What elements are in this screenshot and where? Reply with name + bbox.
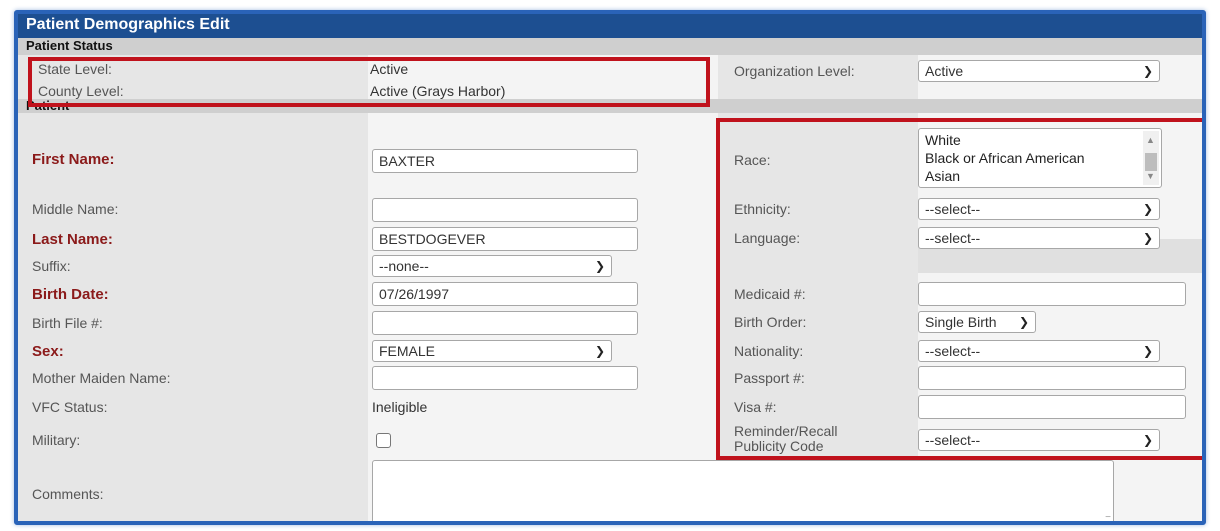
org-level-value: Active [925,63,964,79]
military-label: Military: [32,432,81,448]
state-level-label: State Level: [38,61,112,77]
suffix-value: --none-- [379,258,429,274]
reminder-label: Reminder/Recall Publicity Code [734,422,837,456]
chevron-down-icon: ❯ [1142,202,1153,216]
sex-label: Sex: [32,342,64,360]
ethnicity-label: Ethnicity: [734,201,791,217]
comments-textarea[interactable]: − [372,460,1114,521]
language-label: Language: [734,230,801,246]
patient-demographics-panel: Patient Demographics Edit Patient Status… [14,10,1206,525]
middle-name-input[interactable] [372,198,638,222]
birth-date-label: Birth Date: [32,285,109,303]
reminder-label-line2: Publicity Code [734,438,824,454]
race-option-black[interactable]: Black or African American [925,149,1155,167]
vfc-status-label: VFC Status: [32,399,108,415]
chevron-down-icon: ❯ [1142,433,1153,447]
race-label: Race: [734,152,771,168]
race-listbox[interactable]: White Black or African American Asian ▲ … [918,128,1162,188]
county-level-value: Active (Grays Harbor) [370,83,506,99]
medicaid-input[interactable] [918,282,1186,306]
nationality-select[interactable]: --select-- ❯ [918,340,1160,362]
nationality-label: Nationality: [734,343,804,359]
ethnicity-select[interactable]: --select-- ❯ [918,198,1160,220]
chevron-down-icon: ❯ [594,344,605,358]
middle-name-label: Middle Name: [32,201,119,217]
nationality-value: --select-- [925,343,981,359]
passport-input[interactable] [918,366,1186,390]
sex-select[interactable]: FEMALE ❯ [372,340,612,362]
last-name-label: Last Name: [32,230,113,248]
language-value: --select-- [925,230,981,246]
panel-title: Patient Demographics Edit [18,14,1202,38]
birth-order-value: Single Birth [925,314,997,330]
race-scrollbar[interactable]: ▲ ▼ [1143,131,1159,185]
patient-status-header: Patient Status [18,38,1202,55]
ethnicity-value: --select-- [925,201,981,217]
resize-grip-icon[interactable]: − [1105,512,1111,521]
suffix-label: Suffix: [32,258,71,274]
chevron-down-icon: ❯ [1142,64,1153,78]
race-option-asian[interactable]: Asian [925,167,1155,185]
chevron-down-icon: ❯ [1142,344,1153,358]
state-level-value: Active [370,61,409,77]
patient-header: Patient [18,99,1202,113]
reminder-value: --select-- [925,432,981,448]
birth-file-input[interactable] [372,311,638,335]
visa-input[interactable] [918,395,1186,419]
last-name-input[interactable] [372,227,638,251]
birth-date-input[interactable] [372,282,638,306]
visa-label: Visa #: [734,399,777,415]
suffix-select[interactable]: --none-- ❯ [372,255,612,277]
scroll-down-icon[interactable]: ▼ [1146,167,1155,185]
sex-value: FEMALE [379,343,436,359]
first-name-label: First Name: [32,150,115,168]
birth-order-select[interactable]: Single Birth ❯ [918,311,1036,333]
vfc-status-value: Ineligible [372,399,428,415]
scroll-up-icon[interactable]: ▲ [1146,131,1155,149]
comments-label: Comments: [32,486,104,502]
military-checkbox[interactable] [376,433,391,448]
chevron-down-icon: ❯ [1018,315,1029,329]
language-select[interactable]: --select-- ❯ [918,227,1160,249]
birth-order-label: Birth Order: [734,314,807,330]
org-level-select[interactable]: Active ❯ [918,60,1160,82]
mother-maiden-label: Mother Maiden Name: [32,370,171,386]
passport-label: Passport #: [734,370,805,386]
mother-maiden-input[interactable] [372,366,638,390]
chevron-down-icon: ❯ [594,259,605,273]
reminder-label-line1: Reminder/Recall [734,423,838,439]
birth-file-label: Birth File #: [32,315,103,331]
org-level-label: Organization Level: [734,63,855,79]
chevron-down-icon: ❯ [1142,231,1153,245]
medicaid-label: Medicaid #: [734,286,806,302]
race-option-white[interactable]: White [925,131,1155,149]
reminder-select[interactable]: --select-- ❯ [918,429,1160,451]
first-name-input[interactable] [372,149,638,173]
